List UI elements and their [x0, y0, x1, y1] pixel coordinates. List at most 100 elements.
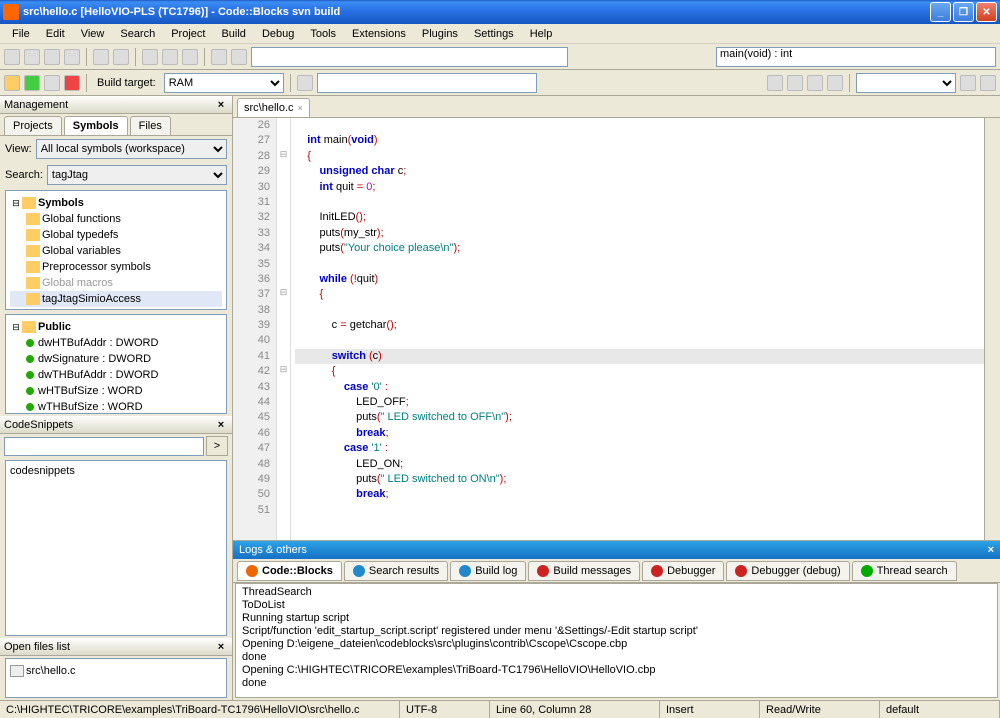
status-position: Line 60, Column 28 — [490, 701, 660, 718]
openfiles-list[interactable]: src\hello.c — [5, 658, 227, 698]
menu-build[interactable]: Build — [213, 26, 253, 41]
title-bar: src\hello.c [HelloVIO-PLS (TC1796)] - Co… — [0, 0, 1000, 24]
status-readwrite: Read/Write — [760, 701, 880, 718]
public-item[interactable]: dwSignature : DWORD — [10, 351, 222, 367]
code-editor[interactable]: 2627282930313233343536373839404142434445… — [233, 118, 1000, 540]
menu-view[interactable]: View — [73, 26, 113, 41]
line-gutter: 2627282930313233343536373839404142434445… — [233, 118, 277, 540]
save-icon[interactable] — [44, 49, 60, 65]
tree-item[interactable]: Global functions — [10, 211, 222, 227]
menu-edit[interactable]: Edit — [38, 26, 73, 41]
replace-icon[interactable] — [231, 49, 247, 65]
rebuild-icon[interactable] — [64, 75, 80, 91]
snippets-tree[interactable]: codesnippets — [5, 460, 227, 636]
public-item[interactable]: wHTBufSize : WORD — [10, 383, 222, 399]
toggle-case-icon[interactable] — [827, 75, 843, 91]
build-target-select[interactable]: RAM — [164, 73, 284, 93]
minimize-button[interactable]: _ — [930, 2, 951, 22]
menu-tools[interactable]: Tools — [302, 26, 344, 41]
log-tab[interactable]: Thread search — [852, 561, 957, 581]
build-icon[interactable] — [4, 75, 20, 91]
close-button[interactable]: ✕ — [976, 2, 997, 22]
management-close-icon[interactable]: × — [214, 99, 228, 111]
management-tabs: ProjectsSymbolsFiles — [0, 114, 232, 136]
tree-item[interactable]: Global variables — [10, 243, 222, 259]
nav-forward-icon[interactable] — [787, 75, 803, 91]
log-tab[interactable]: Build log — [450, 561, 526, 581]
public-tree[interactable]: ⊟PublicdwHTBufAddr : DWORDdwSignature : … — [5, 314, 227, 414]
cut-icon[interactable] — [142, 49, 158, 65]
editor-tabs: src\hello.c × — [233, 96, 1000, 118]
symbol-hint-field[interactable]: main(void) : int — [716, 47, 996, 67]
openfiles-header: Open files list × — [0, 638, 232, 656]
debug-start-icon[interactable] — [297, 75, 313, 91]
search-label: Search: — [5, 169, 43, 181]
menu-plugins[interactable]: Plugins — [414, 26, 466, 41]
log-tab[interactable]: Debugger — [642, 561, 724, 581]
log-tabs: Code::BlocksSearch resultsBuild logBuild… — [233, 559, 1000, 583]
maximize-button[interactable]: ❐ — [953, 2, 974, 22]
mgmt-tab-symbols[interactable]: Symbols — [64, 116, 128, 135]
public-item[interactable]: wTHBufSize : WORD — [10, 399, 222, 414]
search-scope-select[interactable] — [856, 73, 956, 93]
tree-item[interactable]: tagSimIOBuffer — [10, 307, 222, 310]
logs-close-icon[interactable]: × — [988, 544, 994, 556]
menu-project[interactable]: Project — [163, 26, 213, 41]
tree-item[interactable]: tagJtagSimioAccess — [10, 291, 222, 307]
copy-icon[interactable] — [162, 49, 178, 65]
search-go-icon[interactable] — [960, 75, 976, 91]
editor-tab-hello[interactable]: src\hello.c × — [237, 98, 310, 117]
tree-item[interactable]: Preprocessor symbols — [10, 259, 222, 275]
paste-icon[interactable] — [182, 49, 198, 65]
search-settings-icon[interactable] — [980, 75, 996, 91]
debug-command-field[interactable] — [317, 73, 537, 93]
menu-settings[interactable]: Settings — [466, 26, 522, 41]
build-run-icon[interactable] — [44, 75, 60, 91]
openfiles-close-icon[interactable]: × — [214, 641, 228, 653]
menu-file[interactable]: File — [4, 26, 38, 41]
menu-help[interactable]: Help — [522, 26, 561, 41]
menu-extensions[interactable]: Extensions — [344, 26, 414, 41]
snippet-search-input[interactable] — [4, 437, 204, 456]
window-title: src\hello.c [HelloVIO-PLS (TC1796)] - Co… — [23, 6, 928, 18]
public-item[interactable]: dwTHBufAddr : DWORD — [10, 367, 222, 383]
nav-back-icon[interactable] — [767, 75, 783, 91]
new-file-icon[interactable] — [4, 49, 20, 65]
mgmt-tab-projects[interactable]: Projects — [4, 116, 62, 135]
redo-icon[interactable] — [113, 49, 129, 65]
open-file-icon[interactable] — [24, 49, 40, 65]
status-path: C:\HIGHTEC\TRICORE\examples\TriBoard-TC1… — [0, 701, 400, 718]
menu-bar: FileEditViewSearchProjectBuildDebugTools… — [0, 24, 1000, 44]
log-tab[interactable]: Search results — [344, 561, 448, 581]
log-tab[interactable]: Code::Blocks — [237, 561, 342, 581]
symbols-tree[interactable]: ⊟SymbolsGlobal functionsGlobal typedefsG… — [5, 190, 227, 310]
log-body[interactable]: ThreadSearchToDoListRunning startup scri… — [235, 583, 998, 698]
code-area[interactable]: int main(void) { unsigned char c; int qu… — [291, 118, 984, 540]
logs-header: Logs & others × — [233, 541, 1000, 559]
tree-item[interactable]: Global macros — [10, 275, 222, 291]
menu-search[interactable]: Search — [112, 26, 163, 41]
search-select[interactable]: tagJtag — [47, 165, 227, 185]
view-label: View: — [5, 143, 32, 155]
snippets-close-icon[interactable]: × — [214, 419, 228, 431]
status-encoding: UTF-8 — [400, 701, 490, 718]
fold-column[interactable]: ⊟⊟⊟ — [277, 118, 291, 540]
toolbar-search-field[interactable] — [251, 47, 568, 67]
editor-scrollbar[interactable] — [984, 118, 1000, 540]
find-icon[interactable] — [211, 49, 227, 65]
public-item[interactable]: dwHTBufAddr : DWORD — [10, 335, 222, 351]
undo-icon[interactable] — [93, 49, 109, 65]
log-tab[interactable]: Build messages — [528, 561, 640, 581]
tree-item[interactable]: Global typedefs — [10, 227, 222, 243]
snippet-go-button[interactable]: > — [206, 436, 228, 456]
tab-close-icon[interactable]: × — [298, 103, 303, 113]
highlight-icon[interactable] — [807, 75, 823, 91]
save-all-icon[interactable] — [64, 49, 80, 65]
view-select[interactable]: All local symbols (workspace) — [36, 139, 227, 159]
mgmt-tab-files[interactable]: Files — [130, 116, 171, 135]
menu-debug[interactable]: Debug — [254, 26, 302, 41]
management-header: Management × — [0, 96, 232, 114]
log-tab[interactable]: Debugger (debug) — [726, 561, 849, 581]
toolbar-1: main(void) : int — [0, 44, 1000, 70]
run-icon[interactable] — [24, 75, 40, 91]
